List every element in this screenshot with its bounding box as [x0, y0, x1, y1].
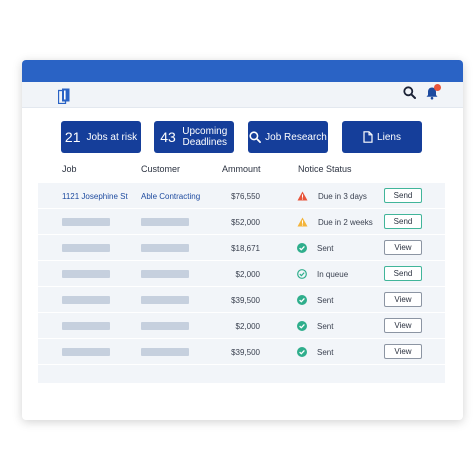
- notice-status-cell: Sent: [297, 313, 333, 339]
- table-row[interactable]: $39,500 Sent View: [38, 339, 445, 365]
- placeholder-bar: [62, 296, 110, 304]
- table-header: Job Customer Ammount Notice Status: [22, 164, 463, 178]
- job-address-link[interactable]: 1121 Josephine St: [62, 192, 128, 201]
- table-row[interactable]: 1121 Josephine St Able Contracting $76,550…: [38, 183, 445, 209]
- job-cell: [62, 261, 110, 287]
- job-cell: [62, 313, 110, 339]
- job-cell: [62, 235, 110, 261]
- amount-cell: $2,000: [235, 321, 260, 331]
- customer-cell: [141, 339, 189, 365]
- check-circle-icon: [297, 295, 312, 305]
- view-button[interactable]: View: [384, 292, 422, 307]
- customer-cell: [141, 313, 189, 339]
- notice-status-cell: Sent: [297, 287, 333, 313]
- document-icon: [363, 131, 373, 143]
- app-header: [22, 82, 463, 108]
- customer-cell: [141, 287, 189, 313]
- notice-status-text: Sent: [317, 295, 334, 305]
- jobs-at-risk-card[interactable]: 21 Jobs at risk: [61, 121, 141, 153]
- upcoming-deadlines-label: Upcoming Deadlines: [182, 126, 228, 148]
- check-circle-icon: [297, 243, 312, 253]
- placeholder-bar: [62, 244, 110, 252]
- amount-cell: $2,000: [235, 269, 260, 279]
- notice-status-text: Sent: [317, 347, 334, 357]
- view-button[interactable]: View: [384, 240, 422, 255]
- liens-card[interactable]: Liens: [342, 121, 422, 153]
- notice-status-text: Sent: [317, 321, 334, 331]
- notice-status-cell: In queue: [297, 261, 348, 287]
- job-research-card[interactable]: Job Research: [248, 121, 328, 153]
- job-cell[interactable]: 1121 Josephine St: [62, 183, 128, 209]
- app-window: 21 Jobs at risk 43 Upcoming Deadlines Jo…: [22, 60, 463, 420]
- notifications-button[interactable]: [425, 84, 441, 100]
- placeholder-bar: [62, 218, 110, 226]
- notice-status-cell: Due in 3 days: [297, 183, 367, 209]
- notice-status-text: Sent: [317, 243, 334, 253]
- column-header-job: Job: [62, 164, 77, 174]
- check-circle-icon: [297, 347, 312, 357]
- send-button[interactable]: Send: [384, 214, 422, 229]
- view-button[interactable]: View: [384, 318, 422, 333]
- view-button[interactable]: View: [384, 344, 422, 359]
- liens-label: Liens: [377, 131, 401, 143]
- customer-cell: [141, 261, 189, 287]
- search-icon[interactable]: [403, 86, 416, 99]
- check-circle-icon: [297, 321, 312, 331]
- warning-triangle-icon: [297, 217, 313, 227]
- notification-badge: [434, 84, 441, 91]
- amount-cell: $52,000: [231, 217, 260, 227]
- job-cell: [62, 339, 110, 365]
- amount-cell: $18,671: [231, 243, 260, 253]
- notice-status-text: In queue: [317, 269, 349, 279]
- placeholder-bar: [141, 322, 189, 330]
- table-row[interactable]: $18,671 Sent View: [38, 235, 445, 261]
- amount-cell: $76,550: [231, 191, 260, 201]
- danger-triangle-icon: [297, 191, 313, 201]
- jobs-at-risk-count: 21: [64, 129, 81, 145]
- window-titlebar: [22, 60, 463, 82]
- send-button[interactable]: Send: [384, 188, 422, 203]
- job-cell: [62, 209, 110, 235]
- search-icon: [249, 131, 262, 143]
- amount-cell: $39,500: [231, 347, 260, 357]
- column-header-amount: Ammount: [222, 164, 261, 174]
- amount-cell: $39,500: [231, 295, 260, 305]
- placeholder-bar: [62, 322, 110, 330]
- column-header-customer: Customer: [141, 164, 181, 174]
- job-cell: [62, 287, 110, 313]
- table-row[interactable]: $39,500 Sent View: [38, 287, 445, 313]
- placeholder-bar: [141, 348, 189, 356]
- customer-cell: [141, 209, 189, 235]
- column-header-notice-status: Notice Status: [298, 164, 352, 174]
- table-row[interactable]: $52,000 Due in 2 weeks Send: [38, 209, 445, 235]
- placeholder-bar: [141, 244, 189, 252]
- notice-status-text: Due in 2 weeks: [318, 217, 373, 227]
- send-button[interactable]: Send: [384, 266, 422, 281]
- placeholder-bar: [141, 218, 189, 226]
- notice-status-cell: Due in 2 weeks: [297, 209, 373, 235]
- document-stack-logo[interactable]: [58, 88, 70, 104]
- upcoming-deadlines-card[interactable]: 43 Upcoming Deadlines: [154, 121, 234, 153]
- table-row[interactable]: $2,000 In queue Send: [38, 261, 445, 287]
- customer-cell[interactable]: Able Contracting: [141, 183, 200, 209]
- notice-status-text: Due in 3 days: [318, 191, 367, 201]
- placeholder-bar: [141, 296, 189, 304]
- check-outline-icon: [297, 269, 312, 279]
- job-research-label: Job Research: [265, 131, 327, 143]
- customer-cell: [141, 235, 189, 261]
- jobs-at-risk-label: Jobs at risk: [86, 131, 138, 143]
- summary-cards: 21 Jobs at risk 43 Upcoming Deadlines Jo…: [22, 121, 463, 153]
- customer-name-link[interactable]: Able Contracting: [141, 192, 200, 201]
- notice-status-cell: Sent: [297, 235, 333, 261]
- jobs-table: 1121 Josephine St Able Contracting $76,550…: [38, 183, 445, 383]
- notice-status-cell: Sent: [297, 339, 333, 365]
- placeholder-bar: [62, 348, 110, 356]
- placeholder-bar: [141, 270, 189, 278]
- table-row[interactable]: $2,000 Sent View: [38, 313, 445, 339]
- placeholder-bar: [62, 270, 110, 278]
- upcoming-deadlines-count: 43: [160, 129, 176, 145]
